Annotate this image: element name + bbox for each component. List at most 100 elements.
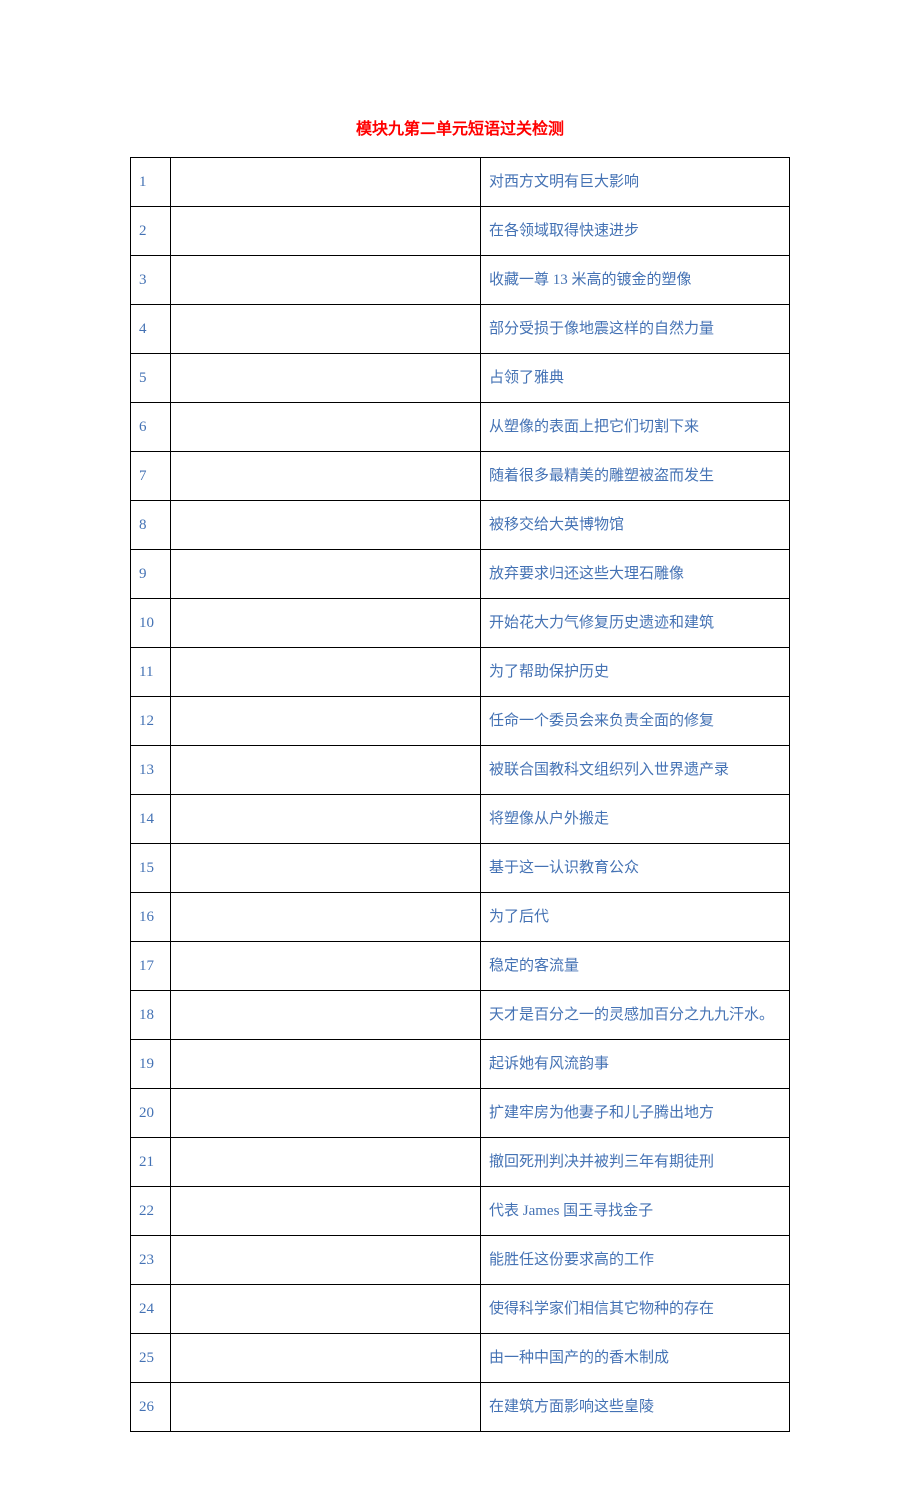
phrase-description: 撤回死刑判决并被判三年有期徒刑 bbox=[481, 1138, 790, 1187]
table-row: 7 随着很多最精美的雕塑被盗而发生 bbox=[131, 452, 790, 501]
phrase-description: 稳定的客流量 bbox=[481, 942, 790, 991]
answer-blank bbox=[171, 1040, 481, 1089]
answer-blank bbox=[171, 403, 481, 452]
answer-blank bbox=[171, 795, 481, 844]
answer-blank bbox=[171, 158, 481, 207]
answer-blank bbox=[171, 305, 481, 354]
phrase-description: 随着很多最精美的雕塑被盗而发生 bbox=[481, 452, 790, 501]
phrase-description: 在各领域取得快速进步 bbox=[481, 207, 790, 256]
phrase-description: 为了帮助保护历史 bbox=[481, 648, 790, 697]
answer-blank bbox=[171, 1187, 481, 1236]
row-number: 19 bbox=[131, 1040, 171, 1089]
phrase-description: 起诉她有风流韵事 bbox=[481, 1040, 790, 1089]
phrase-description: 从塑像的表面上把它们切割下来 bbox=[481, 403, 790, 452]
table-row: 6 从塑像的表面上把它们切割下来 bbox=[131, 403, 790, 452]
row-number: 8 bbox=[131, 501, 171, 550]
row-number: 16 bbox=[131, 893, 171, 942]
phrase-description: 由一种中国产的的香木制成 bbox=[481, 1334, 790, 1383]
answer-blank bbox=[171, 1236, 481, 1285]
row-number: 18 bbox=[131, 991, 171, 1040]
row-number: 11 bbox=[131, 648, 171, 697]
answer-blank bbox=[171, 501, 481, 550]
table-row: 1 对西方文明有巨大影响 bbox=[131, 158, 790, 207]
table-row: 16 为了后代 bbox=[131, 893, 790, 942]
table-row: 4 部分受损于像地震这样的自然力量 bbox=[131, 305, 790, 354]
table-body: 1对西方文明有巨大影响2在各领域取得快速进步3收藏一尊 13 米高的镀金的塑像4… bbox=[131, 158, 790, 1432]
row-number: 25 bbox=[131, 1334, 171, 1383]
answer-blank bbox=[171, 256, 481, 305]
answer-blank bbox=[171, 697, 481, 746]
phrase-description: 任命一个委员会来负责全面的修复 bbox=[481, 697, 790, 746]
table-row: 15基于这一认识教育公众 bbox=[131, 844, 790, 893]
phrase-description: 在建筑方面影响这些皇陵 bbox=[481, 1383, 790, 1432]
answer-blank bbox=[171, 550, 481, 599]
answer-blank bbox=[171, 1285, 481, 1334]
phrase-description: 开始花大力气修复历史遗迹和建筑 bbox=[481, 599, 790, 648]
phrase-description: 天才是百分之一的灵感加百分之九九汗水。 bbox=[481, 991, 790, 1040]
row-number: 24 bbox=[131, 1285, 171, 1334]
row-number: 4 bbox=[131, 305, 171, 354]
table-row: 19 起诉她有风流韵事 bbox=[131, 1040, 790, 1089]
phrase-description: 部分受损于像地震这样的自然力量 bbox=[481, 305, 790, 354]
answer-blank bbox=[171, 1138, 481, 1187]
answer-blank bbox=[171, 207, 481, 256]
table-row: 26在建筑方面影响这些皇陵 bbox=[131, 1383, 790, 1432]
answer-blank bbox=[171, 942, 481, 991]
table-row: 9 放弃要求归还这些大理石雕像 bbox=[131, 550, 790, 599]
phrase-description: 扩建牢房为他妻子和儿子腾出地方 bbox=[481, 1089, 790, 1138]
table-row: 12 任命一个委员会来负责全面的修复 bbox=[131, 697, 790, 746]
row-number: 13 bbox=[131, 746, 171, 795]
phrase-description: 收藏一尊 13 米高的镀金的塑像 bbox=[481, 256, 790, 305]
table-row: 11 为了帮助保护历史 bbox=[131, 648, 790, 697]
answer-blank bbox=[171, 1334, 481, 1383]
table-row: 10 开始花大力气修复历史遗迹和建筑 bbox=[131, 599, 790, 648]
answer-blank bbox=[171, 452, 481, 501]
answer-blank bbox=[171, 1383, 481, 1432]
table-row: 22 代表 James 国王寻找金子 bbox=[131, 1187, 790, 1236]
answer-blank bbox=[171, 1089, 481, 1138]
answer-blank bbox=[171, 991, 481, 1040]
answer-blank bbox=[171, 746, 481, 795]
table-row: 20 扩建牢房为他妻子和儿子腾出地方 bbox=[131, 1089, 790, 1138]
phrase-description: 放弃要求归还这些大理石雕像 bbox=[481, 550, 790, 599]
table-row: 23能胜任这份要求高的工作 bbox=[131, 1236, 790, 1285]
row-number: 15 bbox=[131, 844, 171, 893]
row-number: 21 bbox=[131, 1138, 171, 1187]
row-number: 9 bbox=[131, 550, 171, 599]
row-number: 3 bbox=[131, 256, 171, 305]
row-number: 12 bbox=[131, 697, 171, 746]
phrase-description: 将塑像从户外搬走 bbox=[481, 795, 790, 844]
table-row: 18 天才是百分之一的灵感加百分之九九汗水。 bbox=[131, 991, 790, 1040]
phrase-description: 代表 James 国王寻找金子 bbox=[481, 1187, 790, 1236]
answer-blank bbox=[171, 599, 481, 648]
table-row: 2在各领域取得快速进步 bbox=[131, 207, 790, 256]
phrase-description: 被联合国教科文组织列入世界遗产录 bbox=[481, 746, 790, 795]
answer-blank bbox=[171, 354, 481, 403]
row-number: 6 bbox=[131, 403, 171, 452]
answer-blank bbox=[171, 844, 481, 893]
row-number: 23 bbox=[131, 1236, 171, 1285]
table-row: 13 被联合国教科文组织列入世界遗产录 bbox=[131, 746, 790, 795]
table-row: 14 将塑像从户外搬走 bbox=[131, 795, 790, 844]
page-title: 模块九第二单元短语过关检测 bbox=[130, 115, 790, 139]
phrase-description: 占领了雅典 bbox=[481, 354, 790, 403]
table-row: 17 稳定的客流量 bbox=[131, 942, 790, 991]
answer-blank bbox=[171, 893, 481, 942]
row-number: 1 bbox=[131, 158, 171, 207]
row-number: 22 bbox=[131, 1187, 171, 1236]
answer-blank bbox=[171, 648, 481, 697]
phrase-description: 为了后代 bbox=[481, 893, 790, 942]
table-row: 24 使得科学家们相信其它物种的存在 bbox=[131, 1285, 790, 1334]
row-number: 10 bbox=[131, 599, 171, 648]
row-number: 17 bbox=[131, 942, 171, 991]
table-row: 5 占领了雅典 bbox=[131, 354, 790, 403]
row-number: 7 bbox=[131, 452, 171, 501]
table-row: 8被移交给大英博物馆 bbox=[131, 501, 790, 550]
row-number: 14 bbox=[131, 795, 171, 844]
phrase-description: 对西方文明有巨大影响 bbox=[481, 158, 790, 207]
table-row: 21 撤回死刑判决并被判三年有期徒刑 bbox=[131, 1138, 790, 1187]
table-row: 3 收藏一尊 13 米高的镀金的塑像 bbox=[131, 256, 790, 305]
row-number: 20 bbox=[131, 1089, 171, 1138]
row-number: 5 bbox=[131, 354, 171, 403]
phrase-description: 使得科学家们相信其它物种的存在 bbox=[481, 1285, 790, 1334]
